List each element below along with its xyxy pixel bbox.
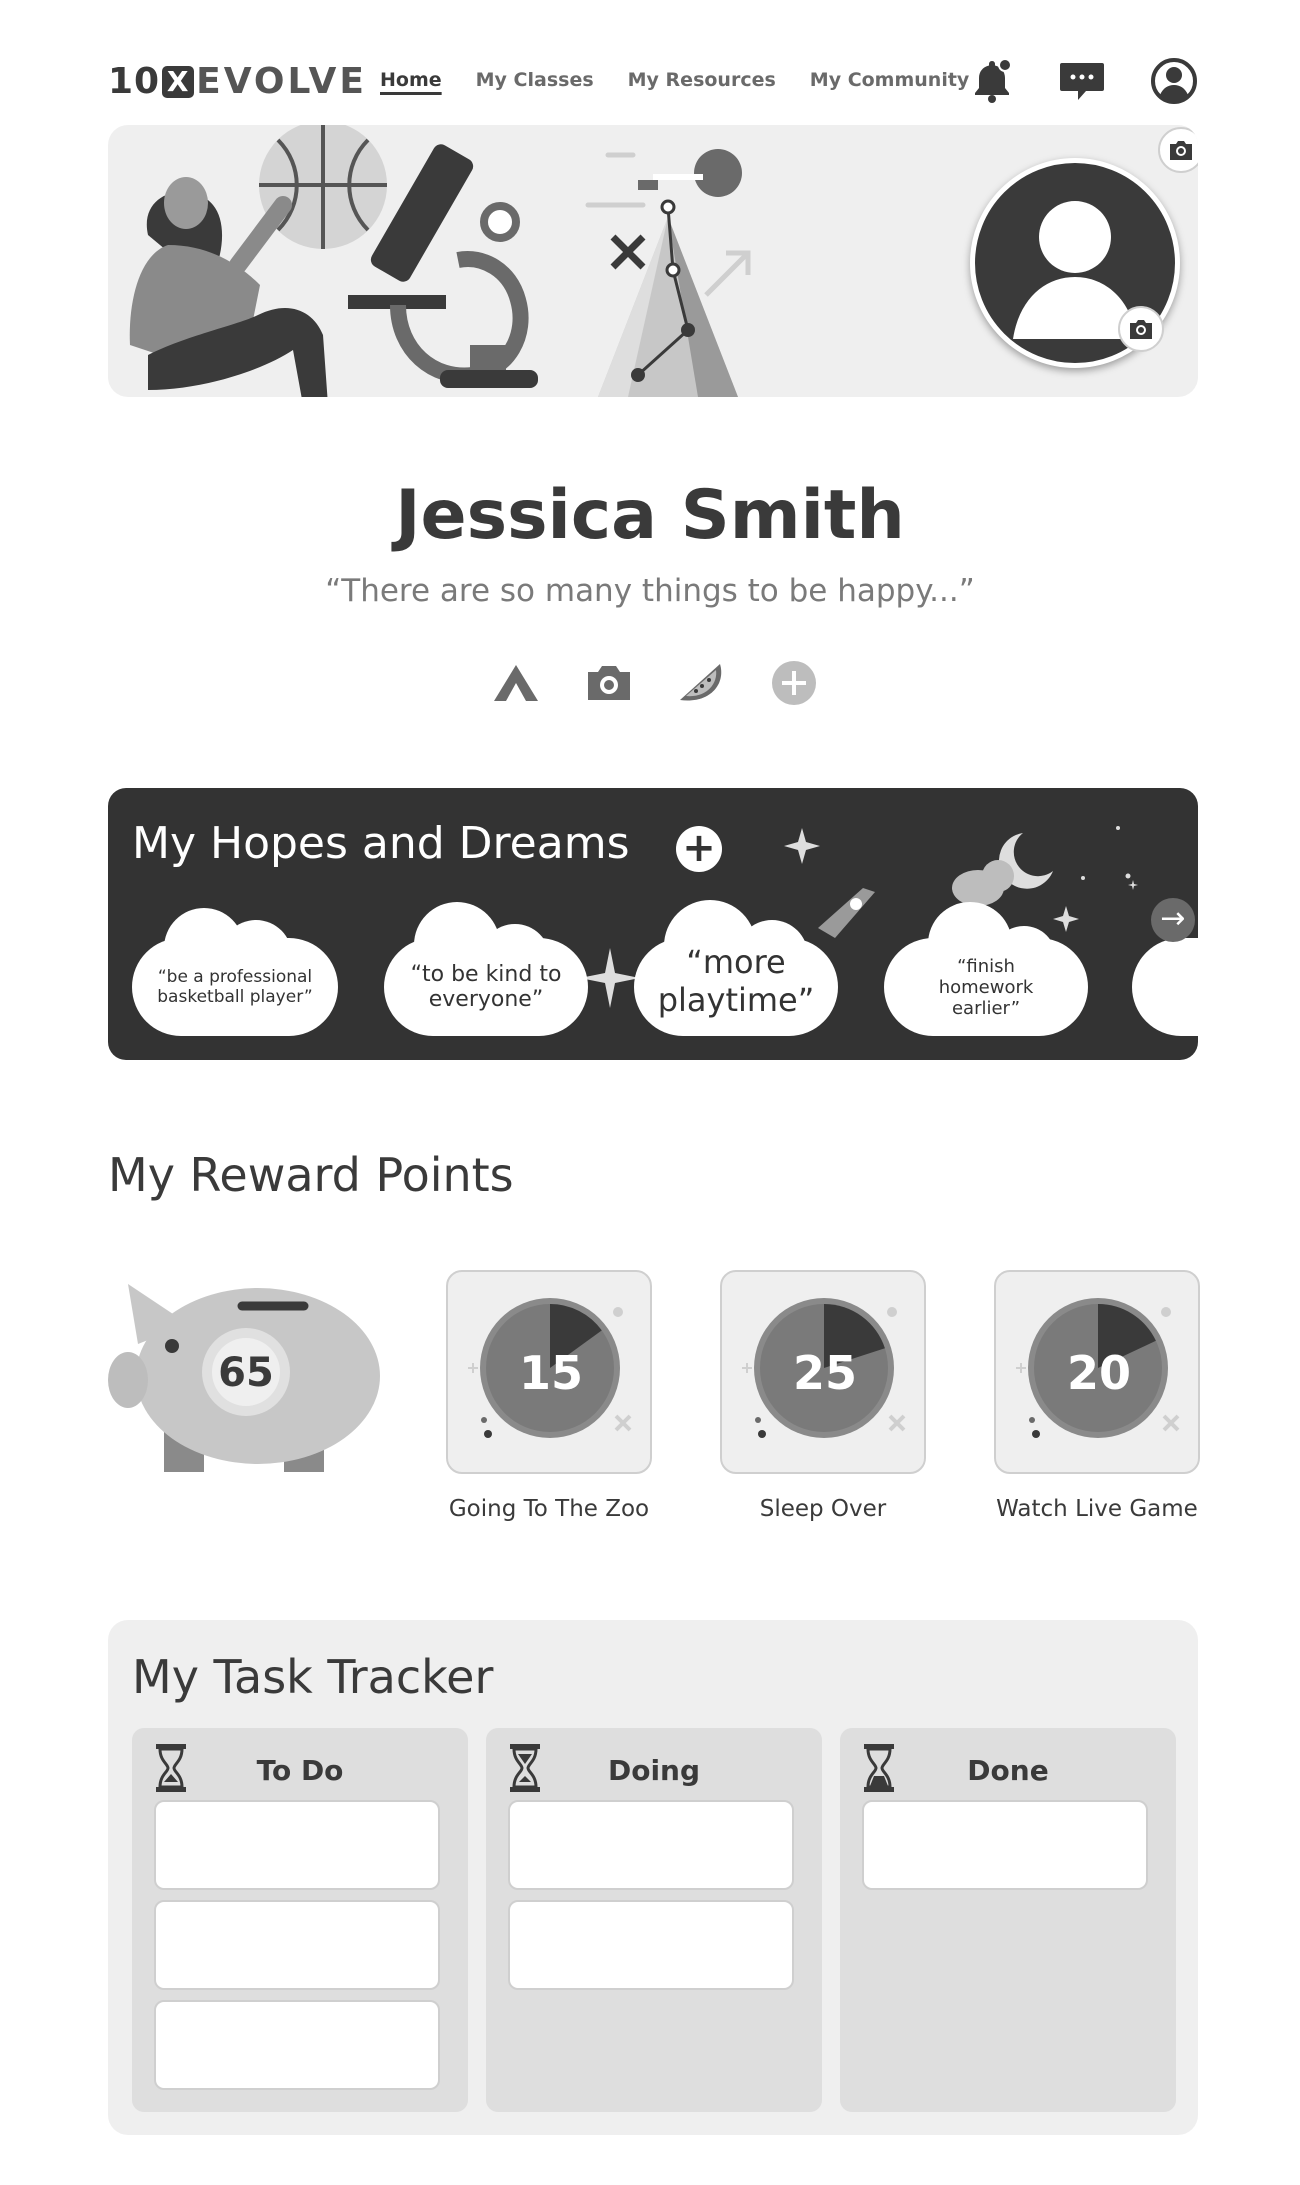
- logo-word: EVOLVE: [196, 61, 367, 102]
- dream-cloud[interactable]: “to be kind to everyone”: [384, 898, 588, 1036]
- reward-points: 20: [1066, 1346, 1131, 1400]
- task-card[interactable]: [154, 1900, 440, 1990]
- interest-watermelon[interactable]: [675, 657, 727, 709]
- bell-icon[interactable]: [968, 57, 1016, 105]
- chat-icon[interactable]: [1058, 57, 1106, 105]
- next-dreams-button[interactable]: →: [1151, 898, 1195, 942]
- cover-camera-button[interactable]: [1158, 127, 1198, 173]
- reward-card[interactable]: 15: [446, 1270, 652, 1474]
- dream-text: “be a professional basketball player”: [157, 967, 313, 1007]
- dream-cloud-partial[interactable]: [1132, 938, 1198, 1036]
- nav-links: Home My Classes My Resources My Communit…: [380, 69, 969, 91]
- nav-link-community[interactable]: My Community: [810, 69, 970, 91]
- logo-number: 10: [108, 61, 161, 102]
- reward-card[interactable]: 25: [720, 1270, 926, 1474]
- nav-link-home[interactable]: Home: [380, 69, 442, 91]
- camera-icon: [1170, 141, 1192, 160]
- reward-points: 25: [792, 1346, 857, 1400]
- profile-quote: “There are so many things to be happy...…: [325, 573, 975, 609]
- task-card[interactable]: [862, 1800, 1148, 1890]
- task-column-done: Done: [840, 1728, 1176, 2112]
- reward-label: Sleep Over: [759, 1496, 887, 1522]
- reward-card[interactable]: 20: [994, 1270, 1200, 1474]
- camera-icon: [1130, 320, 1152, 339]
- reward-points: 15: [518, 1346, 583, 1400]
- logo-x: X: [162, 65, 195, 98]
- task-card[interactable]: [154, 1800, 440, 1890]
- dream-cloud[interactable]: “finish homework earlier”: [884, 898, 1088, 1036]
- watermelon-icon: [680, 664, 722, 701]
- task-tracker-panel: My Task Tracker To Do Doing Done: [108, 1620, 1198, 2135]
- nav-link-resources[interactable]: My Resources: [628, 69, 776, 91]
- dream-text: “more playtime”: [657, 943, 815, 1019]
- avatar-camera-button[interactable]: [1118, 306, 1164, 352]
- task-column-doing: Doing: [486, 1728, 822, 2112]
- dream-cloud[interactable]: “be a professional basketball player”: [132, 898, 338, 1036]
- hopes-and-dreams-panel: My Hopes and Dreams + “be a professional…: [108, 788, 1198, 1060]
- camera-icon: [587, 666, 630, 700]
- nav-link-classes[interactable]: My Classes: [476, 69, 594, 91]
- task-card[interactable]: [508, 1900, 794, 1990]
- dream-cloud[interactable]: “more playtime”: [634, 898, 838, 1036]
- reward-label: Watch Live Game: [996, 1496, 1198, 1522]
- profile-name: Jessica Smith: [395, 476, 905, 555]
- top-nav: 10 X EVOLVE Home My Classes My Resources…: [108, 55, 1198, 107]
- interest-icons: [490, 655, 820, 711]
- user-icon[interactable]: [1150, 57, 1198, 105]
- task-column-title: Doing: [607, 1754, 701, 1787]
- task-card[interactable]: [154, 2000, 440, 2090]
- interest-mountain[interactable]: [490, 657, 542, 709]
- task-column-title: Done: [967, 1754, 1049, 1787]
- reward-label: Going To The Zoo: [448, 1496, 650, 1522]
- dream-text: “to be kind to everyone”: [410, 962, 562, 1012]
- piggy-bank: 65: [108, 1268, 380, 1478]
- piggy-total: 65: [218, 1350, 274, 1396]
- dream-text: “finish homework earlier”: [938, 955, 1034, 1019]
- rewards-title: My Reward Points: [108, 1148, 514, 1202]
- logo[interactable]: 10 X EVOLVE: [108, 61, 367, 102]
- add-interest-button[interactable]: [768, 657, 820, 709]
- mountain-icon: [494, 665, 538, 701]
- task-column-title: To Do: [256, 1754, 344, 1787]
- plus-circle-icon: [771, 661, 816, 705]
- task-card[interactable]: [508, 1800, 794, 1890]
- task-tracker-title: My Task Tracker: [132, 1650, 494, 1704]
- task-column-todo: To Do: [132, 1728, 468, 2112]
- interest-camera[interactable]: [583, 657, 635, 709]
- piggy-bank-icon: 65: [108, 1284, 380, 1472]
